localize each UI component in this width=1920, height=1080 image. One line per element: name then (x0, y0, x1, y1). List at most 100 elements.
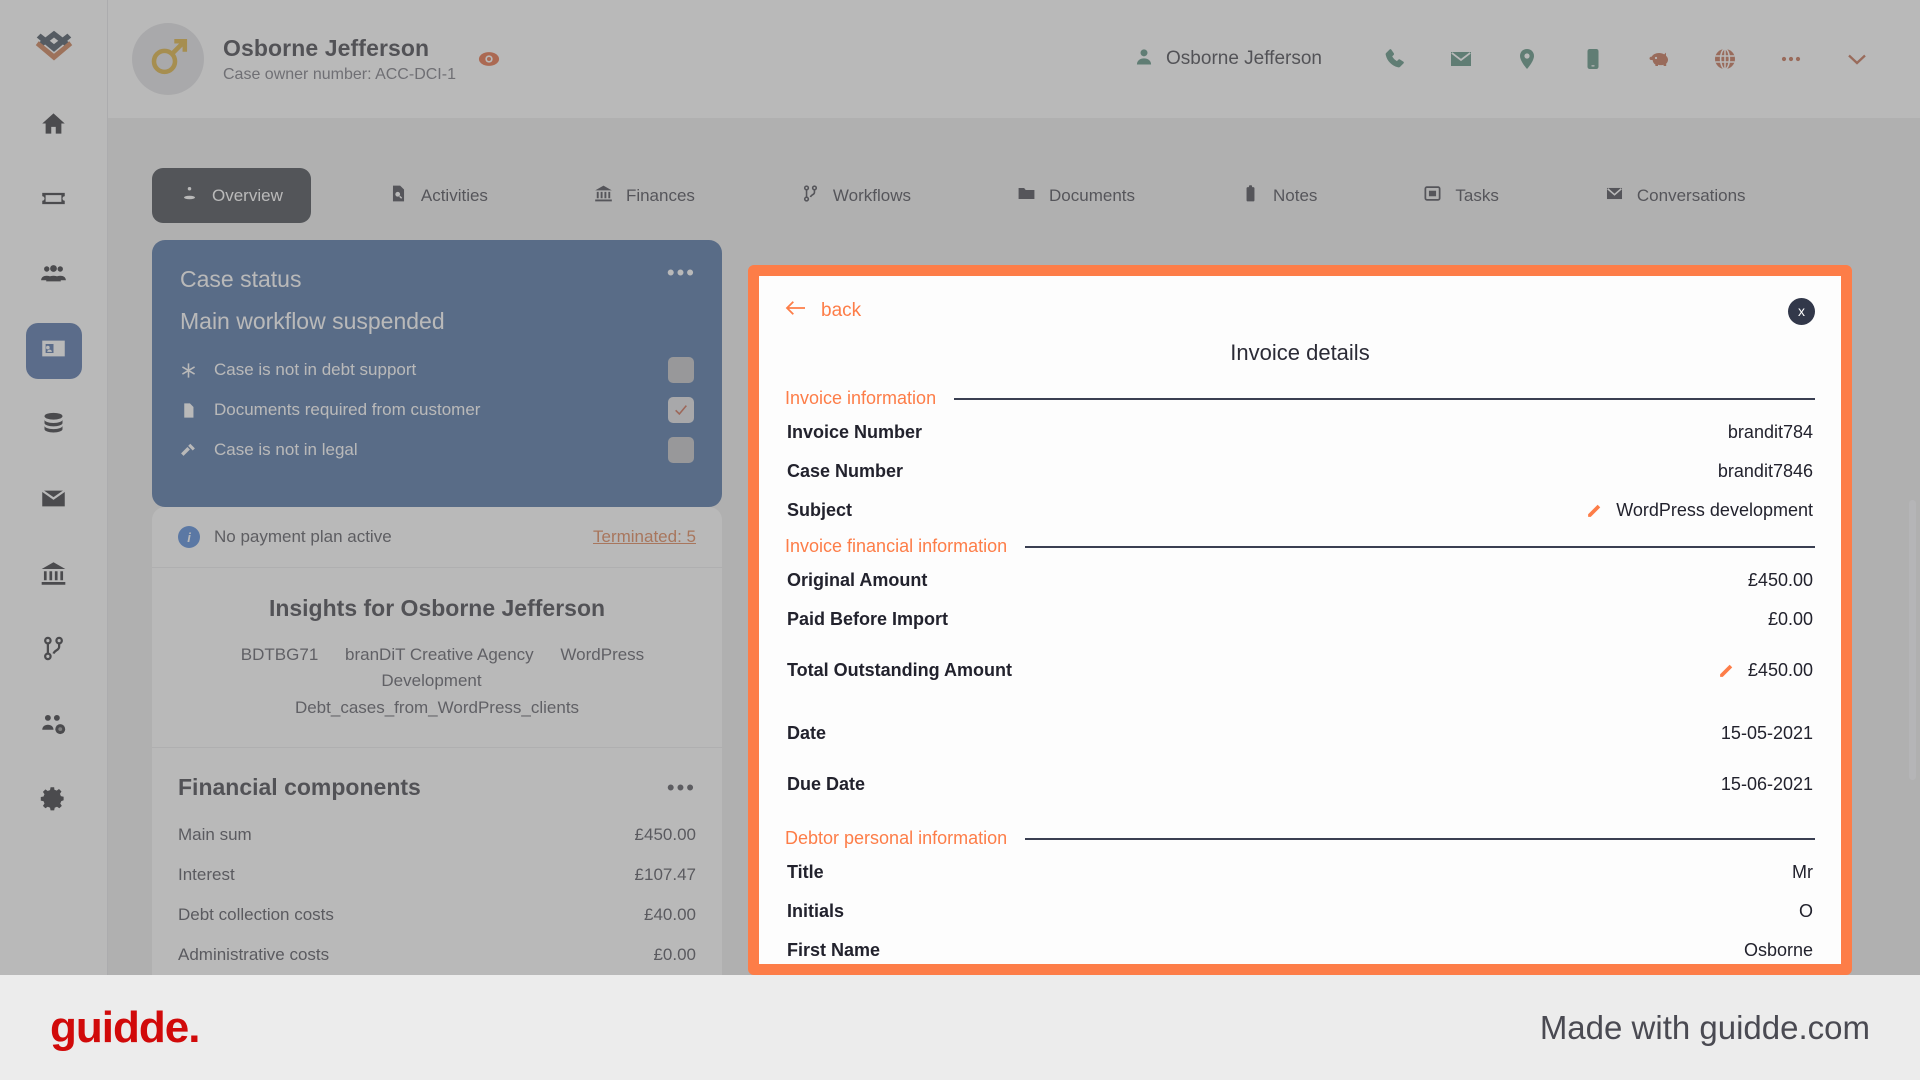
tab-label: Overview (212, 185, 283, 205)
envelope-icon (40, 485, 67, 517)
overview-left-column: Case status ••• Main workflow suspended … (152, 240, 722, 1036)
case-status-checkbox[interactable] (668, 357, 694, 383)
detail-label: Original Amount (787, 570, 928, 590)
tab-notes[interactable]: Notes (1213, 168, 1345, 223)
envelope-icon (1605, 184, 1624, 208)
terminated-link[interactable]: Terminated: 5 (593, 527, 696, 547)
payment-plan-text: No payment plan active (214, 527, 392, 546)
made-with-guidde: Made with guidde.com (1539, 1008, 1870, 1046)
close-button[interactable]: x (1788, 297, 1815, 325)
case-status-row: Case is not in debt support (180, 357, 694, 383)
case-status-label: Documents required from customer (214, 400, 481, 419)
page-scrollbar[interactable] (1909, 500, 1916, 780)
header-actions: Osborne Jefferson (1134, 47, 1890, 72)
chevron-down-icon[interactable] (1824, 47, 1890, 71)
financial-components-heading: Financial components (178, 774, 421, 801)
detail-label: Due Date (787, 774, 866, 794)
tab-label: Conversations (1636, 185, 1746, 205)
case-status-checkbox[interactable] (668, 397, 694, 423)
sidebar-item-settings[interactable] (26, 773, 82, 829)
detail-value: £450.00 (1747, 660, 1813, 680)
back-button[interactable]: back (785, 299, 861, 323)
left-sidebar (0, 0, 108, 975)
detail-value: 15-05-2021 (1720, 723, 1813, 743)
sidebar-item-home[interactable] (26, 98, 82, 154)
mobile-icon[interactable] (1560, 47, 1626, 71)
detail-label: Date (787, 723, 827, 743)
detail-value: Osborne (1743, 940, 1813, 960)
piggy-bank-icon[interactable] (1626, 47, 1692, 71)
bank-icon (40, 560, 67, 592)
header-contact[interactable]: Osborne Jefferson (1134, 47, 1322, 72)
sidebar-item-mail[interactable] (26, 473, 82, 529)
sidebar-item-contacts[interactable] (25, 323, 82, 379)
case-status-checkbox[interactable] (668, 437, 694, 463)
detail-row-date: Date 15-05-2021 (785, 702, 1815, 765)
tab-finances[interactable]: Finances (566, 168, 723, 223)
tab-workflows[interactable]: Workflows (773, 168, 939, 223)
location-pin-icon[interactable] (1494, 47, 1560, 71)
ellipsis-icon[interactable]: ••• (667, 776, 696, 798)
detail-row-original-amount: Original Amount £450.00 (785, 561, 1815, 600)
tab-conversations[interactable]: Conversations (1577, 168, 1774, 223)
sidebar-item-teams[interactable] (26, 698, 82, 754)
id-card-icon (40, 335, 67, 367)
section-rule (1025, 545, 1815, 548)
overview-icon (180, 184, 199, 208)
tab-tasks[interactable]: Tasks (1395, 168, 1526, 223)
database-icon (40, 410, 67, 442)
edit-pencil-icon[interactable] (1586, 502, 1603, 519)
section-rule (954, 397, 1815, 400)
ellipsis-icon[interactable] (1758, 47, 1824, 71)
financial-label: Interest (178, 865, 235, 885)
arrow-left-icon (785, 299, 807, 323)
detail-value: WordPress development (1616, 500, 1813, 520)
case-status-card: Case status ••• Main workflow suspended … (152, 240, 722, 507)
detail-label: Paid Before Import (787, 609, 949, 629)
detail-row-due-date: Due Date 15-06-2021 (785, 765, 1815, 804)
financial-value: £40.00 (644, 905, 696, 925)
globe-icon[interactable] (1692, 47, 1758, 71)
detail-row-subject: Subject WordPress development (785, 491, 1815, 530)
task-icon (1423, 184, 1442, 208)
section-header-invoice-financial-information: Invoice financial information (785, 536, 1815, 557)
sidebar-item-workflows[interactable] (26, 623, 82, 679)
avatar (132, 23, 204, 95)
guidde-logo: guidde. (50, 1002, 200, 1052)
tab-overview[interactable]: Overview (152, 168, 311, 223)
detail-value: O (1798, 901, 1813, 921)
tab-activities[interactable]: Activities (361, 168, 516, 223)
tab-label: Finances (625, 185, 695, 205)
envelope-icon[interactable] (1428, 47, 1494, 71)
section-header-debtor-personal-information: Debtor personal information (785, 828, 1815, 849)
note-icon (1241, 184, 1260, 208)
case-status-label: Case is not in debt support (214, 360, 417, 379)
detail-row-paid-before-import: Paid Before Import £0.00 (785, 600, 1815, 639)
tab-documents[interactable]: Documents (989, 168, 1163, 223)
edit-pencil-icon[interactable] (1718, 662, 1735, 679)
detail-value: £450.00 (1747, 570, 1813, 590)
sidebar-item-finance[interactable] (26, 548, 82, 604)
page-title: Osborne Jefferson (223, 34, 430, 61)
case-status-subtitle: Main workflow suspended (180, 308, 445, 334)
ticket-icon (40, 185, 67, 217)
eye-icon[interactable] (478, 48, 500, 70)
detail-value: Mr (1792, 862, 1813, 882)
tab-bar: Overview Activities Finances Workflows D… (152, 168, 1878, 223)
ellipsis-icon[interactable]: ••• (667, 262, 696, 284)
brand-logo-icon[interactable] (26, 20, 82, 76)
case-status-title: Case status (180, 266, 302, 292)
section-header-invoice-information: Invoice information (785, 388, 1815, 409)
invoice-details-body: back x Invoice details Invoice informati… (759, 276, 1841, 964)
insights-heading: Insights for Osborne Jefferson (268, 595, 606, 621)
phone-icon[interactable] (1362, 47, 1428, 71)
document-icon (180, 402, 214, 419)
sidebar-item-database[interactable] (26, 398, 82, 454)
detail-label: Subject (787, 500, 853, 520)
tab-label: Activities (420, 185, 488, 205)
sidebar-item-cases[interactable] (26, 173, 82, 229)
workflow-icon (40, 635, 67, 667)
sidebar-item-customers[interactable] (26, 248, 82, 304)
guidde-footer: guidde. Made with guidde.com (0, 975, 1920, 1080)
section-title: Invoice financial information (785, 536, 1008, 556)
